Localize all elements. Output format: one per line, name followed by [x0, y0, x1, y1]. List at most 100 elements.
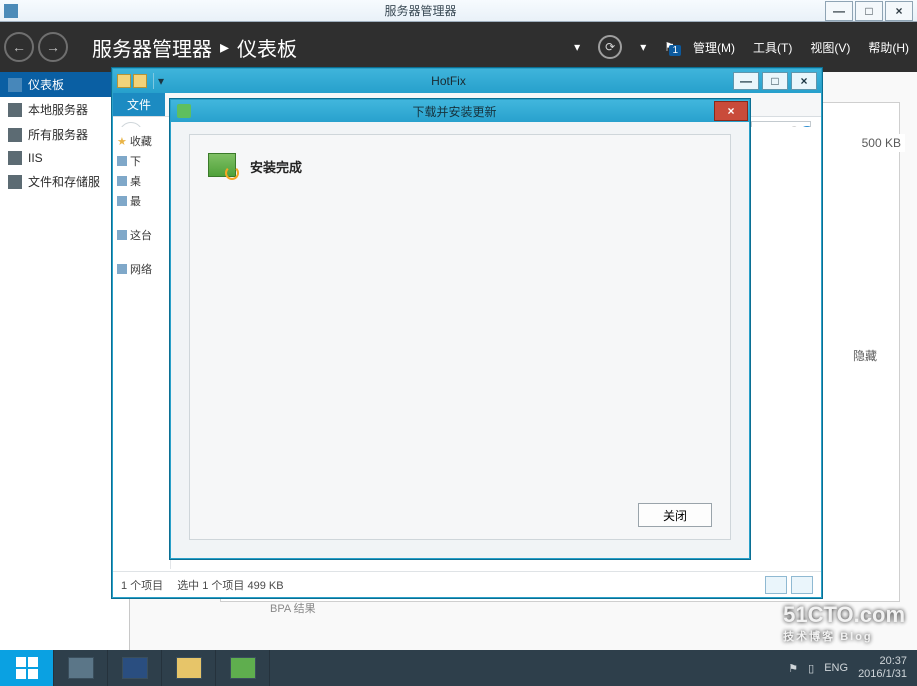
server-icon — [8, 103, 22, 117]
explorer-title-bar[interactable]: ▾ HotFix — □ × — [113, 69, 821, 93]
sidebar-item-dashboard[interactable]: 仪表板 — [0, 72, 129, 97]
dialog-content: 安装完成 — [190, 135, 730, 195]
tray-flag-icon[interactable]: ⚑ — [788, 662, 798, 675]
tree-label: 这台 — [130, 227, 152, 243]
explorer-status-bar: 1 个项目 选中 1 个项目 499 KB — [113, 571, 821, 597]
breadcrumb: 服务器管理器 ▸ 仪表板 — [92, 33, 297, 62]
sidebar-item-local-server[interactable]: 本地服务器 — [0, 97, 129, 122]
tree-label: 下 — [130, 153, 141, 169]
update-dialog: 下载并安装更新 × 安装完成 关闭 — [170, 99, 750, 559]
titlebar-separator — [153, 73, 154, 89]
nav-forward-button[interactable]: → — [38, 32, 68, 62]
breadcrumb-current: 仪表板 — [237, 33, 297, 62]
iis-icon — [8, 151, 22, 165]
explorer-window-controls: — □ × — [733, 72, 817, 90]
outer-title: 服务器管理器 — [18, 2, 823, 19]
server-manager-icon — [68, 657, 94, 679]
sidebar-item-label: 仪表板 — [28, 76, 64, 93]
dashboard-icon — [8, 78, 22, 92]
explorer-close-button[interactable]: × — [791, 72, 817, 90]
dash-caret-icon[interactable]: ▾ — [574, 40, 580, 54]
tray-clock[interactable]: 20:37 2016/1/31 — [858, 655, 907, 681]
tree-item[interactable]: 最 — [115, 191, 168, 211]
outer-minimize-button[interactable]: — — [825, 1, 853, 21]
nav-back-button[interactable]: ← — [4, 32, 34, 62]
windows-logo-icon — [16, 657, 38, 679]
system-tray: ⚑ ▯ ENG 20:37 2016/1/31 — [778, 650, 917, 686]
tree-network[interactable]: 网络 — [115, 259, 168, 279]
dialog-message: 安装完成 — [250, 157, 302, 176]
tray-date: 2016/1/31 — [858, 668, 907, 681]
explorer-icon — [176, 657, 202, 679]
sidebar-item-iis[interactable]: IIS — [0, 147, 129, 169]
outer-window-controls: — □ × — [823, 1, 917, 21]
explorer-title: HotFix — [164, 74, 733, 88]
dialog-close-action-button[interactable]: 关闭 — [638, 503, 712, 527]
menu-help[interactable]: 帮助(H) — [868, 39, 909, 56]
servers-icon — [8, 128, 22, 142]
tree-favorites[interactable]: ★收藏 — [115, 131, 168, 151]
recent-icon — [117, 196, 127, 206]
dialog-close-button[interactable]: × — [714, 101, 748, 121]
notifications-badge: 1 — [669, 45, 681, 56]
header-menu: ▾ ⟳ ▾ ⚑ 1 管理(M) 工具(T) 视图(V) 帮助(H) — [574, 35, 909, 59]
network-icon — [117, 264, 127, 274]
watermark-sub: 技术博客 Blog — [783, 628, 905, 644]
refresh-caret-icon[interactable]: ▾ — [640, 40, 646, 54]
task-explorer[interactable] — [162, 650, 216, 686]
folder-small-icon — [117, 156, 127, 166]
menu-tools[interactable]: 工具(T) — [753, 39, 792, 56]
tree-item[interactable]: 下 — [115, 151, 168, 171]
status-item-count: 1 个项目 — [121, 577, 163, 593]
menu-view[interactable]: 视图(V) — [810, 39, 850, 56]
notifications-flag-button[interactable]: ⚑ 1 — [664, 40, 675, 54]
pc-icon — [117, 230, 127, 240]
install-complete-icon — [208, 153, 236, 177]
task-powershell[interactable] — [108, 650, 162, 686]
tree-label: 网络 — [130, 261, 152, 277]
folder2-icon — [133, 74, 147, 88]
outer-close-button[interactable]: × — [885, 1, 913, 21]
tree-this-pc[interactable]: 这台 — [115, 225, 168, 245]
sidebar-item-label: 本地服务器 — [28, 101, 88, 118]
explorer-minimize-button[interactable]: — — [733, 72, 759, 90]
task-server-manager[interactable] — [54, 650, 108, 686]
sidebar-item-label: 所有服务器 — [28, 126, 88, 143]
sidebar-item-label: IIS — [28, 151, 43, 165]
taskbar: ⚑ ▯ ENG 20:37 2016/1/31 — [0, 650, 917, 686]
folder-icon — [117, 74, 131, 88]
update-icon — [177, 104, 191, 118]
star-icon: ★ — [117, 135, 127, 148]
app-icon — [4, 4, 18, 18]
dialog-title-bar[interactable]: 下载并安装更新 × — [171, 100, 749, 122]
task-update[interactable] — [216, 650, 270, 686]
tree-label: 最 — [130, 193, 141, 209]
dialog-button-row: 关闭 — [638, 503, 712, 527]
server-manager-header: ← → 服务器管理器 ▸ 仪表板 ▾ ⟳ ▾ ⚑ 1 管理(M) 工具(T) 视… — [0, 22, 917, 72]
view-large-icons-button[interactable] — [791, 576, 813, 594]
tray-network-icon[interactable]: ▯ — [808, 662, 814, 675]
view-mode-buttons — [765, 576, 813, 594]
storage-icon — [8, 175, 22, 189]
file-menu-button[interactable]: 文件 — [113, 93, 165, 116]
dialog-title: 下载并安装更新 — [195, 103, 714, 120]
refresh-button[interactable]: ⟳ — [598, 35, 622, 59]
breadcrumb-root[interactable]: 服务器管理器 — [92, 33, 212, 62]
breadcrumb-separator-icon: ▸ — [220, 37, 229, 58]
menu-manage[interactable]: 管理(M) — [693, 39, 735, 56]
start-button[interactable] — [0, 650, 54, 686]
tree-label: 桌 — [130, 173, 141, 189]
outer-maximize-button[interactable]: □ — [855, 1, 883, 21]
tray-ime[interactable]: ENG — [824, 662, 848, 674]
powershell-icon — [122, 657, 148, 679]
explorer-maximize-button[interactable]: □ — [762, 72, 788, 90]
outer-title-bar: 服务器管理器 — □ × — [0, 0, 917, 22]
view-details-button[interactable] — [765, 576, 787, 594]
sidebar-item-all-servers[interactable]: 所有服务器 — [0, 122, 129, 147]
hide-link[interactable]: 隐藏 — [853, 347, 877, 364]
server-manager-sidebar: 仪表板 本地服务器 所有服务器 IIS 文件和存储服 — [0, 72, 130, 664]
watermark-main: 51CTO.com — [783, 602, 905, 627]
dialog-frame: 安装完成 关闭 — [189, 134, 731, 540]
tree-item[interactable]: 桌 — [115, 171, 168, 191]
sidebar-item-file-storage[interactable]: 文件和存储服 — [0, 169, 129, 194]
